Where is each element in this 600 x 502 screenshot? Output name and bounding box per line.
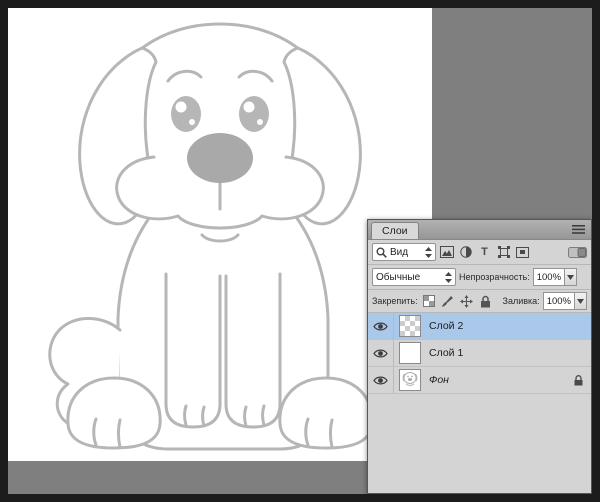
layer-filter-row: Вид T xyxy=(368,240,591,265)
opacity-label: Непрозрачность: xyxy=(459,272,530,282)
filter-kind-value: Вид xyxy=(390,247,422,258)
layer-name[interactable]: Слой 2 xyxy=(429,320,463,332)
adjustment-layers-filter-icon[interactable] xyxy=(457,244,474,261)
layer-list-empty-area[interactable] xyxy=(368,394,591,493)
layer-thumbnail[interactable] xyxy=(399,342,421,364)
lock-fill-row: Закрепить: Заливка: 100% xyxy=(368,290,591,313)
type-layers-filter-icon[interactable]: T xyxy=(476,244,493,261)
tab-layers-label: Слои xyxy=(382,225,408,237)
lock-all-padlock-icon[interactable] xyxy=(478,293,494,309)
fill-label: Заливка: xyxy=(503,296,540,306)
fill-group: Заливка: 100% xyxy=(503,292,587,310)
search-icon xyxy=(376,247,387,258)
updown-arrows-icon xyxy=(425,247,432,258)
background-thumbnail-art xyxy=(400,370,420,390)
opacity-dropdown-arrow-icon[interactable] xyxy=(564,268,577,286)
blend-mode-value: Обычные xyxy=(376,272,442,283)
fill-input[interactable]: 100% xyxy=(543,292,587,310)
fill-dropdown-arrow-icon[interactable] xyxy=(574,292,587,310)
workspace: Слои Вид T xyxy=(8,8,592,494)
layer-row-layer1[interactable]: Слой 1 xyxy=(368,340,591,367)
layer-name[interactable]: Фон xyxy=(429,374,449,386)
opacity-input[interactable]: 100% xyxy=(533,268,577,286)
fill-value[interactable]: 100% xyxy=(543,292,574,310)
smart-object-filter-icon[interactable] xyxy=(514,244,531,261)
layers-panel: Слои Вид T xyxy=(367,219,592,494)
layer-name[interactable]: Слой 1 xyxy=(429,347,463,359)
panel-menu-icon[interactable] xyxy=(570,223,587,236)
lock-label: Закрепить: xyxy=(372,296,418,306)
blend-mode-select[interactable]: Обычные xyxy=(372,268,456,286)
opacity-value[interactable]: 100% xyxy=(533,268,564,286)
visibility-toggle[interactable] xyxy=(368,313,394,339)
eye-icon xyxy=(373,348,388,359)
shape-layers-filter-icon[interactable] xyxy=(495,244,512,261)
visibility-toggle[interactable] xyxy=(368,367,394,393)
lock-position-move-icon[interactable] xyxy=(459,293,475,309)
layer-thumbnail[interactable] xyxy=(399,369,421,391)
layer-filtering-toggle[interactable] xyxy=(568,247,587,258)
lock-transparency-icon[interactable] xyxy=(421,293,437,309)
pixel-layers-filter-icon[interactable] xyxy=(438,244,455,261)
eye-icon xyxy=(373,375,388,386)
updown-arrows-icon xyxy=(445,272,452,283)
tab-layers[interactable]: Слои xyxy=(371,222,419,239)
filter-kind-select[interactable]: Вид xyxy=(372,243,436,261)
layer-thumbnail[interactable] xyxy=(399,315,421,337)
layer-row-background[interactable]: Фон xyxy=(368,367,591,394)
visibility-toggle[interactable] xyxy=(368,340,394,366)
blend-opacity-row: Обычные Непрозрачность: 100% xyxy=(368,265,591,290)
background-lock-icon xyxy=(574,375,583,386)
lock-pixels-brush-icon[interactable] xyxy=(440,293,456,309)
layers-panel-tabbar: Слои xyxy=(368,220,591,240)
layer-row-layer2[interactable]: Слой 2 xyxy=(368,313,591,340)
layer-list: Слой 2 Слой 1 xyxy=(368,313,591,394)
eye-icon xyxy=(373,321,388,332)
